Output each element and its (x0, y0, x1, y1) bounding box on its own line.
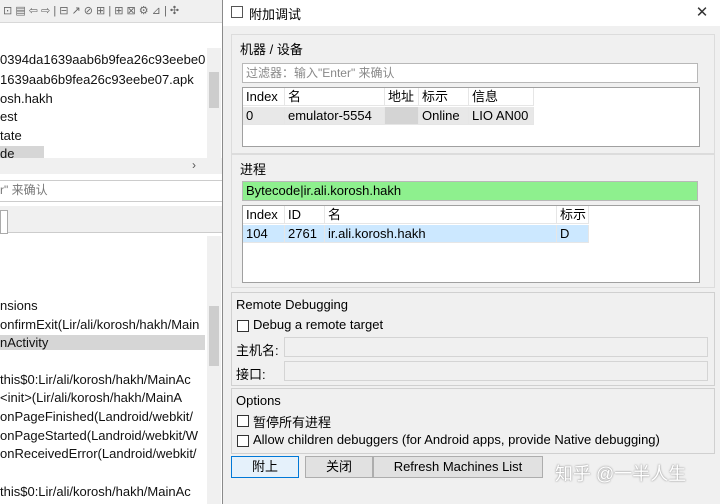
machine-filter-input[interactable]: 过滤器：输入"Enter" 来确认 (242, 63, 698, 83)
table-cell[interactable]: 104 (243, 225, 285, 243)
tree-item[interactable]: 1639aab6b9fea26c93eebe07.apk (0, 72, 194, 87)
tab[interactable] (0, 210, 8, 234)
table-cell[interactable]: ir.ali.korosh.hakh (325, 225, 557, 243)
table-cell[interactable]: emulator-5554 (285, 107, 385, 125)
scroll-thumb[interactable] (209, 72, 219, 108)
watermark: 知乎 @一半人生 (555, 464, 687, 484)
code-line: this$0:Lir/ali/korosh/hakh/MainAc (0, 484, 191, 499)
allow-children-checkbox[interactable] (237, 435, 249, 447)
close-button[interactable]: 关闭 (305, 456, 373, 478)
code-line: nsions (0, 298, 38, 313)
remote-target-label[interactable]: Debug a remote target (253, 317, 383, 332)
col-header-index[interactable]: Index (243, 88, 285, 106)
col-header-index[interactable]: Index (243, 206, 285, 224)
machines-table: Index 名 地址 标示 信息 0 emulator-5554 Online … (242, 87, 700, 147)
machines-label: 机器 / 设备 (240, 42, 303, 57)
table-cell[interactable]: D (557, 225, 589, 243)
h-scrollbar[interactable]: › (0, 158, 222, 174)
options-group: Options 暂停所有进程 Allow children debuggers … (231, 388, 715, 454)
col-header-name[interactable]: 名 (285, 88, 385, 106)
host-input[interactable] (284, 337, 708, 357)
code-scrollbar[interactable] (207, 236, 221, 504)
code-line: this$0:Lir/ali/korosh/hakh/MainAc (0, 372, 191, 387)
refresh-machines-button[interactable]: Refresh Machines List (373, 456, 543, 478)
tree-item[interactable]: osh.hakh (0, 91, 53, 106)
process-label: 进程 (240, 162, 267, 177)
col-header-id[interactable]: ID (285, 206, 325, 224)
table-cell[interactable] (385, 107, 419, 125)
code-line-selected: nActivity (0, 335, 205, 350)
col-header-flag[interactable]: 标示 (419, 88, 469, 106)
tree-item[interactable]: 0394da1639aab6b9fea26c93eebe0 (0, 52, 205, 67)
tree-item[interactable]: est (0, 109, 17, 124)
scroll-thumb[interactable] (209, 306, 219, 366)
toolbar: ⊡ ▤ ⇦ ⇨ | ⊟ ↗ ⊘ ⊞ | ⊞ ⊠ ⚙ ⊿ | ✣ (0, 0, 222, 23)
tree-scrollbar[interactable] (207, 48, 221, 164)
table-cell[interactable]: LIO AN00 (469, 107, 534, 125)
title-bar: 附加调试 ✕ (223, 0, 720, 26)
code-line: onPageFinished(Landroid/webkit/ (0, 409, 193, 424)
table-cell[interactable]: Online (419, 107, 469, 125)
process-group: 进程 Bytecode|ir.ali.korosh.hakh Index ID … (231, 154, 715, 288)
process-table: Index ID 名 标示 104 2761 ir.ali.korosh.hak… (242, 205, 700, 283)
window-icon (231, 6, 243, 18)
col-header-address[interactable]: 地址 (385, 88, 419, 106)
process-filter-input[interactable]: Bytecode|ir.ali.korosh.hakh (242, 181, 698, 201)
machines-group: 机器 / 设备 过滤器：输入"Enter" 来确认 Index 名 地址 标示 … (231, 34, 715, 154)
code-line: onPageStarted(Landroid/webkit/W (0, 428, 199, 443)
dialog-title: 附加调试 (249, 7, 302, 22)
attach-debug-dialog: 附加调试 ✕ 机器 / 设备 过滤器：输入"Enter" 来确认 Index 名… (222, 0, 720, 504)
remote-debugging-group: Remote Debugging Debug a remote target 主… (231, 292, 715, 386)
attach-button[interactable]: 附上 (231, 456, 299, 478)
code-line: onReceivedError(Landroid/webkit/ (0, 446, 197, 461)
table-cell[interactable]: 0 (243, 107, 285, 125)
remote-debugging-label: Remote Debugging (236, 297, 349, 312)
close-icon[interactable]: ✕ (691, 2, 713, 24)
chevron-right-icon[interactable]: › (192, 158, 196, 172)
options-label: Options (236, 393, 281, 408)
pause-all-checkbox[interactable] (237, 415, 249, 427)
port-label: 接口: (236, 367, 266, 382)
pause-all-label[interactable]: 暂停所有进程 (253, 412, 331, 431)
tree-item[interactable]: tate (0, 128, 22, 143)
filter-input[interactable]: r" 来确认 (0, 180, 222, 202)
host-label: 主机名: (236, 343, 279, 358)
col-header-flag[interactable]: 标示 (557, 206, 589, 224)
remote-target-checkbox[interactable] (237, 320, 249, 332)
col-header-name[interactable]: 名 (325, 206, 557, 224)
col-header-info[interactable]: 信息 (469, 88, 534, 106)
code-line: onfirmExit(Lir/ali/korosh/hakh/Main (0, 317, 200, 332)
port-input[interactable] (284, 361, 708, 381)
tab-strip (0, 206, 222, 234)
allow-children-label[interactable]: Allow children debuggers (for Android ap… (253, 432, 660, 447)
table-cell[interactable]: 2761 (285, 225, 325, 243)
code-line: <init>(Lir/ali/korosh/hakh/MainA (0, 390, 183, 405)
